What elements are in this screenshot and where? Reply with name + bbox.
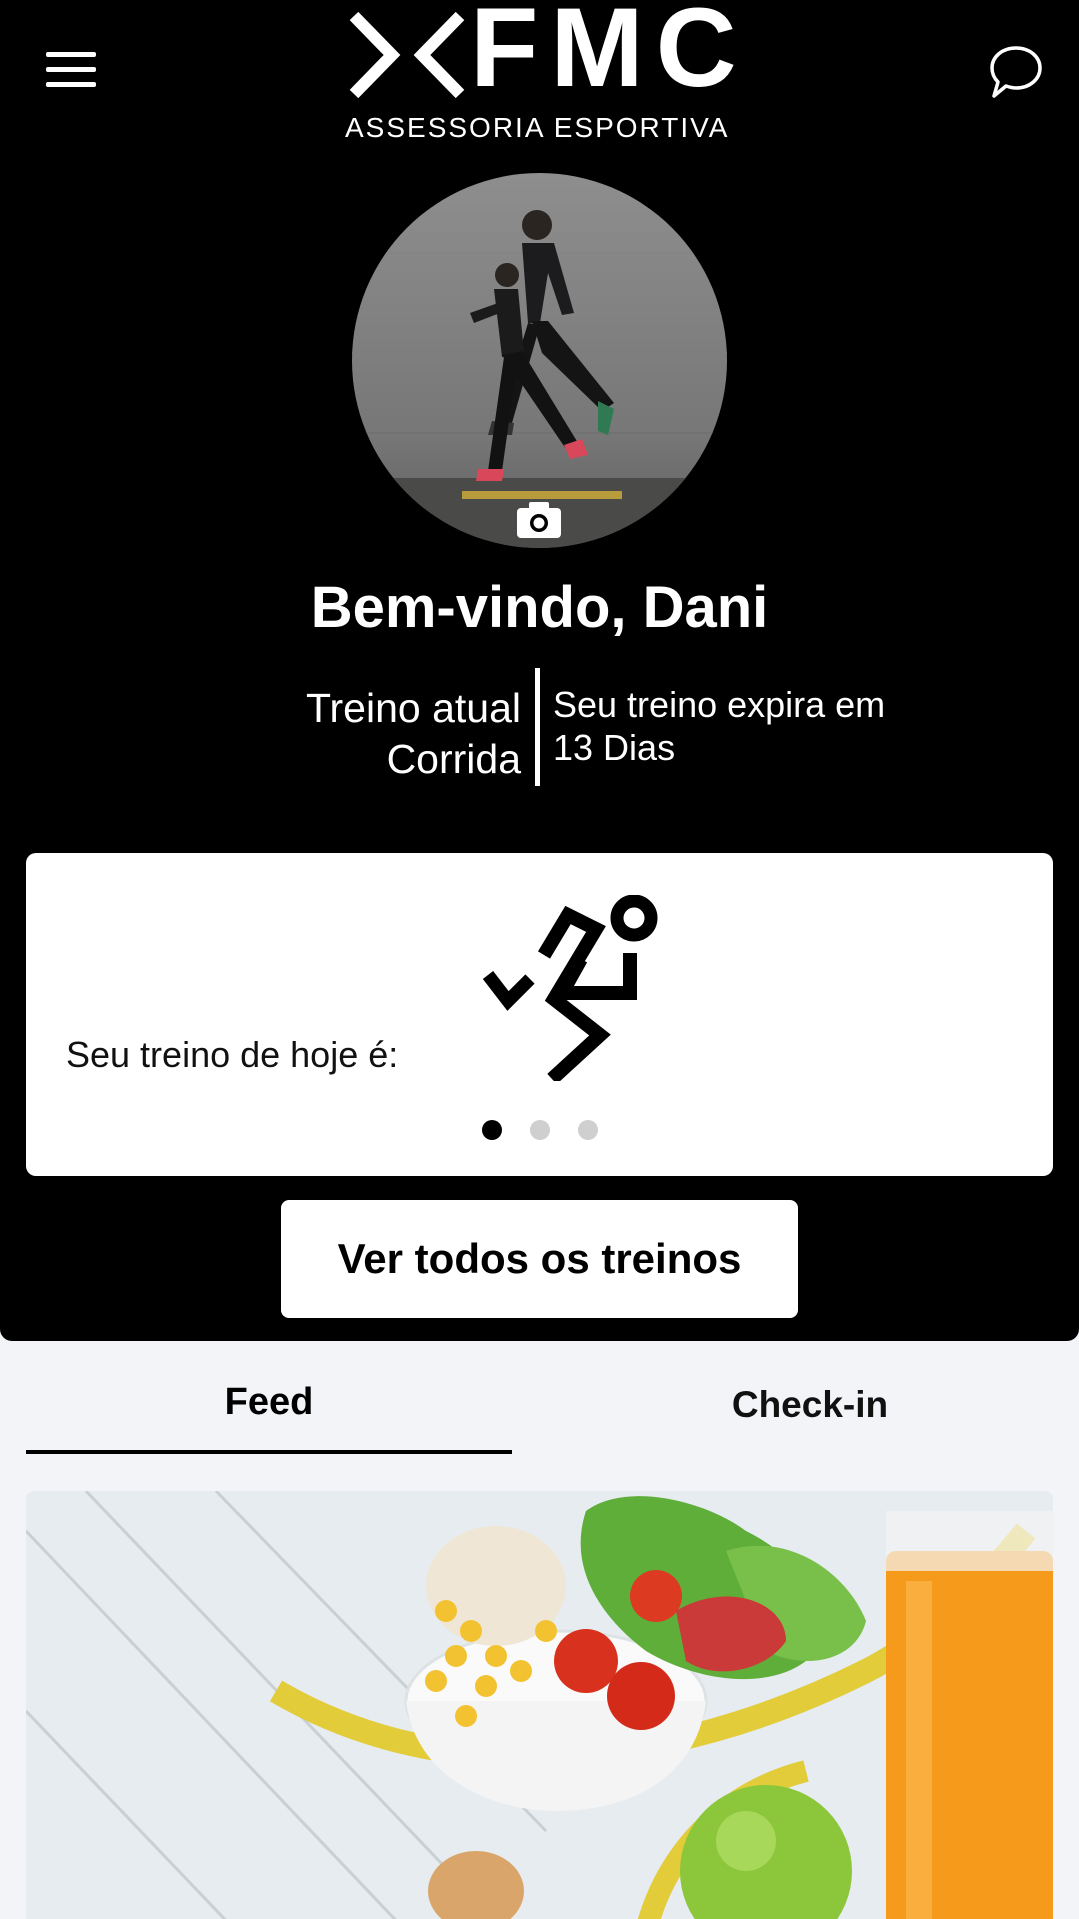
change-photo-button[interactable] xyxy=(515,500,563,540)
carousel-dots xyxy=(482,1120,626,1146)
menu-icon-bar xyxy=(46,52,96,57)
current-plan-label: Treino atual xyxy=(306,685,521,731)
tab-feed[interactable]: Feed xyxy=(26,1370,512,1450)
carousel-dot-1[interactable] xyxy=(482,1120,502,1140)
view-all-workouts-button[interactable]: Ver todos os treinos xyxy=(281,1200,798,1318)
current-plan-value: Corrida xyxy=(386,736,521,782)
carousel-dot-2[interactable] xyxy=(530,1120,550,1140)
menu-button[interactable] xyxy=(46,52,102,98)
chat-bubble-icon xyxy=(990,46,1042,98)
app-screen: FMC ASSESSORIA ESPORTIVA Bem-vindo, Dani… xyxy=(0,0,1079,1919)
logo-chevrons-icon xyxy=(349,11,465,99)
profile-avatar[interactable] xyxy=(352,173,727,548)
todays-workout-label: Seu treino de hoje é: xyxy=(66,1034,399,1075)
tab-check-in[interactable]: Check-in xyxy=(567,1373,1053,1453)
chat-button[interactable] xyxy=(988,44,1044,100)
logo-subtitle: ASSESSORIA ESPORTIVA xyxy=(345,112,730,143)
header-hero: FMC ASSESSORIA ESPORTIVA Bem-vindo, Dani… xyxy=(0,0,1079,1341)
brand-logo: FMC ASSESSORIA ESPORTIVA xyxy=(340,0,740,143)
welcome-heading: Bem-vindo, Dani xyxy=(310,575,769,640)
camera-icon xyxy=(517,502,561,538)
todays-workout-card[interactable]: Seu treino de hoje é: xyxy=(26,853,1053,1176)
menu-icon-bar xyxy=(46,67,96,72)
plan-expiration: Seu treino expira em 13 Dias xyxy=(553,683,885,769)
plan-divider xyxy=(535,668,540,786)
carousel-dot-3[interactable] xyxy=(578,1120,598,1140)
running-person-icon xyxy=(482,895,658,1081)
feed-post-image xyxy=(26,1491,1053,1919)
expiration-value: 13 Dias xyxy=(553,727,676,768)
menu-icon-bar xyxy=(46,82,96,87)
logo-wordmark: FMC xyxy=(470,0,749,110)
avatar-photo xyxy=(352,173,727,548)
feed-post-card[interactable] xyxy=(26,1491,1053,1919)
expiration-label: Seu treino expira em xyxy=(553,684,886,725)
current-plan: Treino atual Corrida xyxy=(306,683,521,785)
active-tab-indicator xyxy=(26,1450,512,1454)
